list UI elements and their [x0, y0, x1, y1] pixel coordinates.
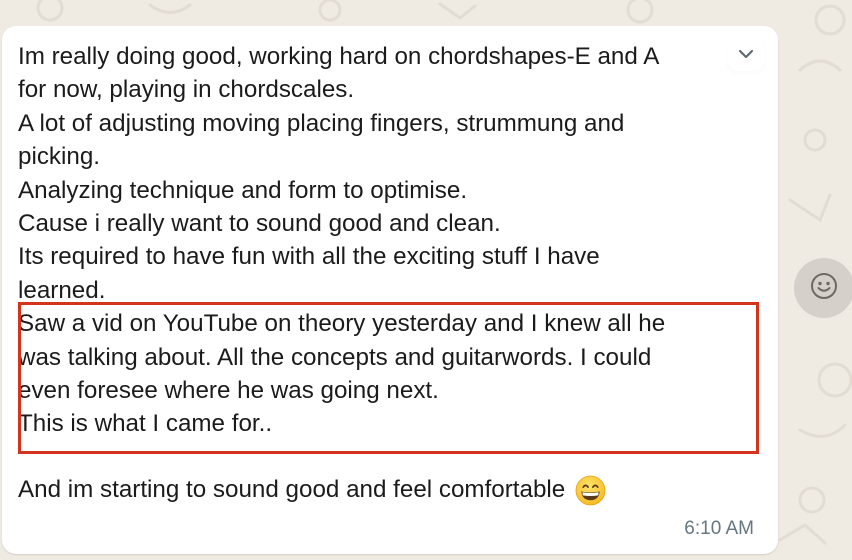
message-line: Its required to have fun with all the ex… — [18, 243, 600, 271]
message-line: for now, playing in chordscales. — [18, 76, 355, 104]
message-line: Cause i really want to sound good and cl… — [18, 209, 501, 237]
chevron-down-icon — [738, 46, 754, 64]
react-button[interactable] — [794, 258, 852, 318]
message-timestamp: 6:10 AM — [684, 518, 754, 539]
grinning-face-emoji — [575, 475, 606, 506]
message-line: A lot of adjusting moving placing finger… — [18, 109, 625, 137]
message-line: picking. — [18, 143, 101, 171]
message-line: Im really doing good, working hard on ch… — [18, 43, 660, 70]
message-menu-button[interactable] — [728, 39, 764, 71]
smiley-icon — [809, 271, 839, 306]
highlight-annotation — [18, 302, 759, 454]
message-last-line: And im starting to sound good and feel c… — [18, 473, 776, 506]
message-bubble[interactable]: Im really doing good, working hard on ch… — [2, 26, 778, 554]
message-line: Analyzing technique and form to optimise… — [18, 176, 468, 204]
message-line: And im starting to sound good and feel c… — [18, 476, 566, 504]
